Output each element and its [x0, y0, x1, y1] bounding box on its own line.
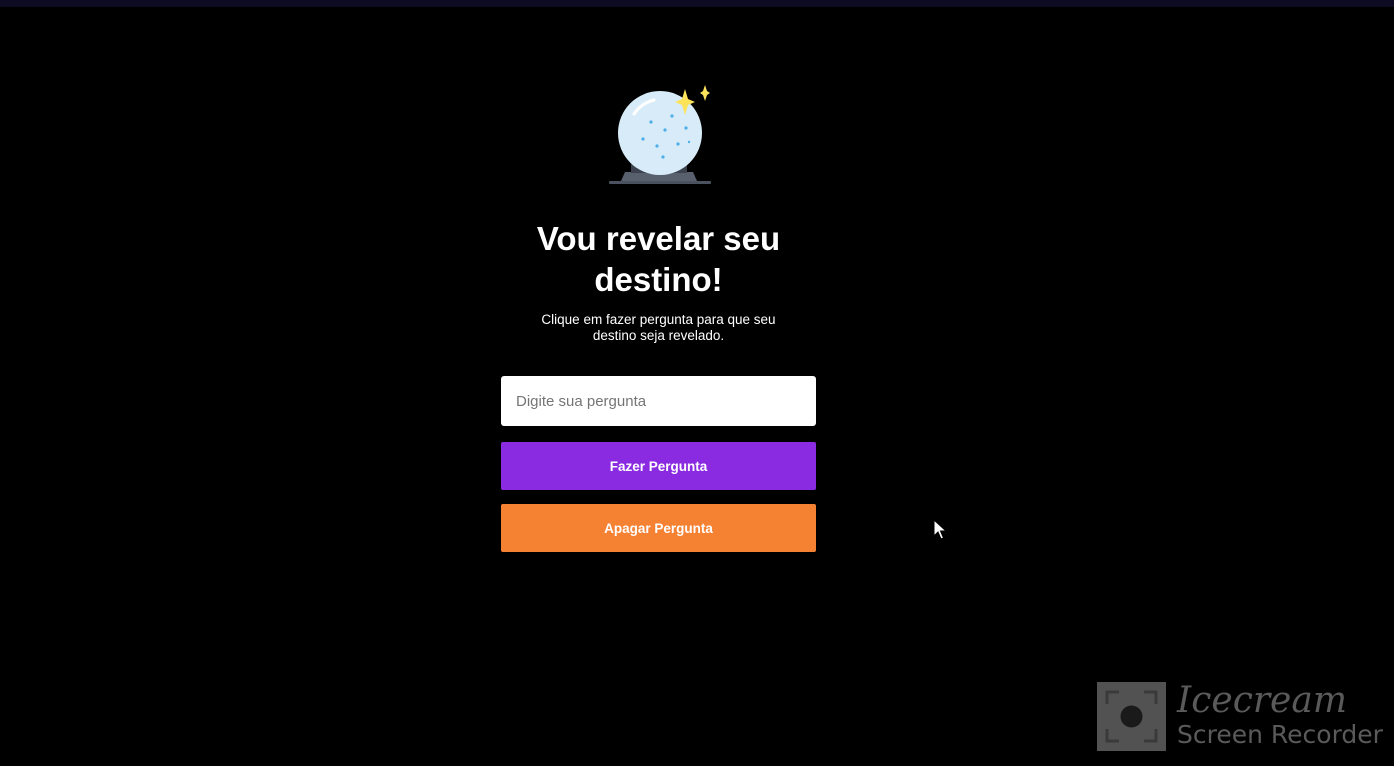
- question-input[interactable]: [501, 376, 816, 426]
- top-strip: [0, 0, 1394, 7]
- page-title: Vou revelar seu destino!: [536, 220, 781, 298]
- page-subtitle: Clique em fazer pergunta para que seu de…: [541, 312, 776, 343]
- ask-question-button[interactable]: Fazer Pergunta: [501, 442, 816, 490]
- mouse-cursor-icon: [933, 519, 947, 540]
- main-panel: Vou revelar seu destino! Clique em fazer…: [501, 84, 816, 552]
- watermark-product: Screen Recorder: [1177, 720, 1383, 749]
- clear-question-button[interactable]: Apagar Pergunta: [501, 504, 816, 552]
- watermark: Icecream Screen Recorder: [1097, 680, 1387, 752]
- watermark-brand: Icecream: [1177, 680, 1347, 721]
- recorder-logo-icon: [1097, 682, 1166, 751]
- crystal-ball-icon: [608, 85, 711, 184]
